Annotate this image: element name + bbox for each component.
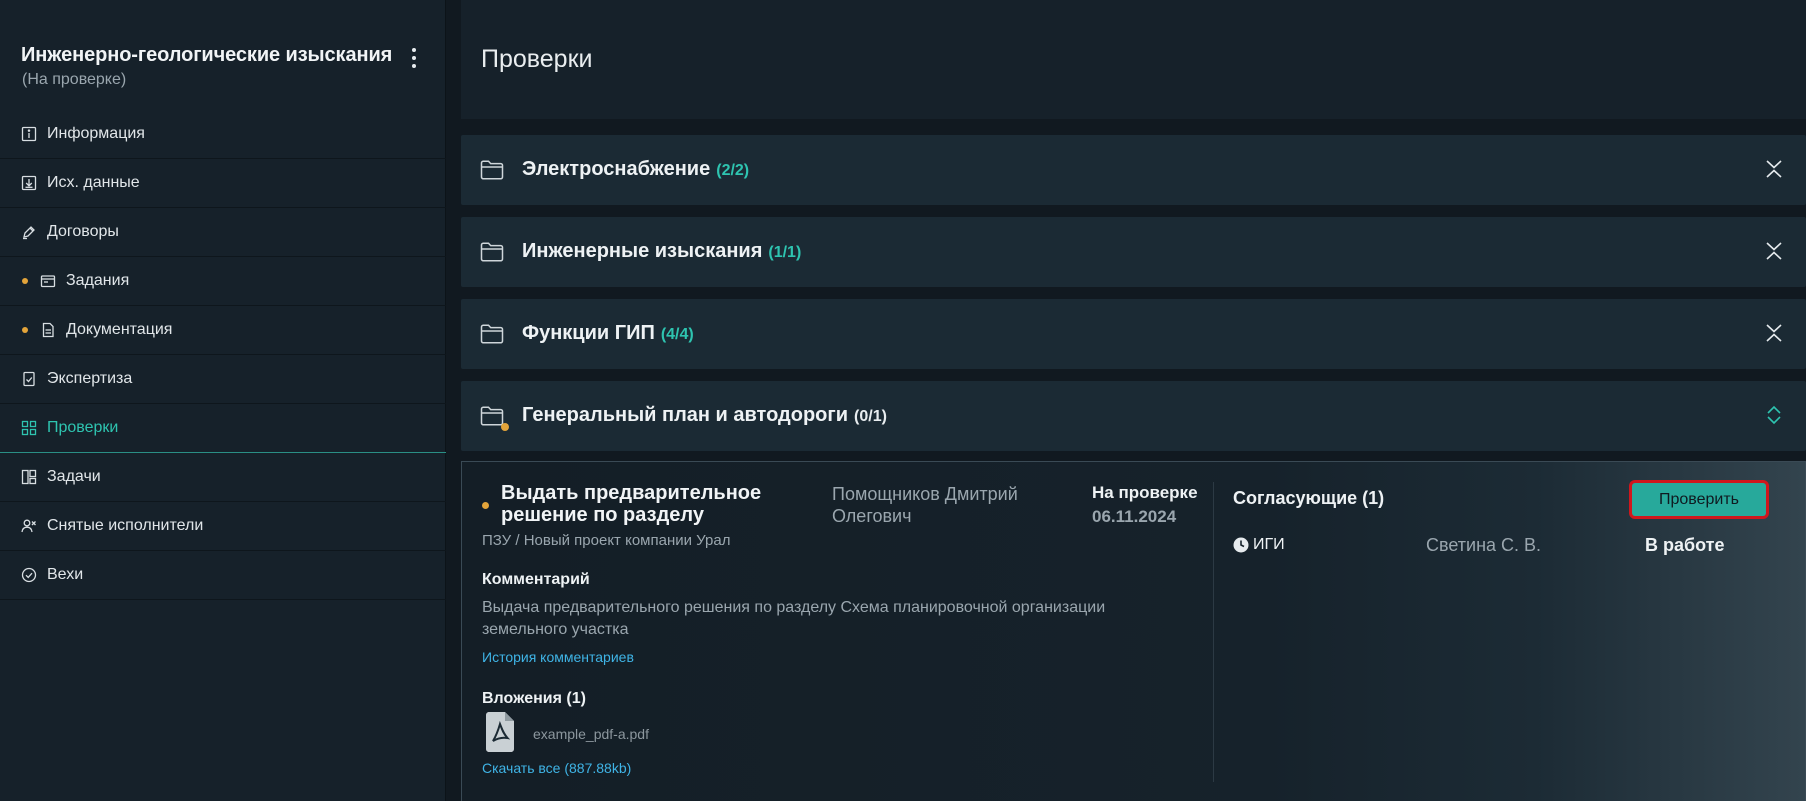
sidebar-item-checks[interactable]: Проверки	[0, 404, 446, 453]
task-title[interactable]: Выдать предварительное решение по раздел…	[501, 482, 801, 526]
download-box-icon	[21, 175, 37, 191]
folder-title: Инженерные изыскания	[522, 240, 763, 262]
document-icon	[40, 322, 56, 338]
folder-title: Генеральный план и автодороги	[522, 404, 849, 426]
task-assignee: Помощников Дмитрий Олегович	[832, 484, 1018, 526]
folder-icon	[480, 160, 504, 180]
folder-card-icon	[40, 273, 56, 289]
project-status: (На проверке)	[22, 71, 127, 88]
sidebar-item-label: Документация	[66, 321, 173, 338]
notification-dot	[501, 423, 509, 431]
folder-icon	[480, 406, 504, 426]
comment-text: Выдача предварительного решения по разде…	[482, 599, 1106, 638]
comment-history-link[interactable]: История комментариев	[482, 649, 634, 665]
more-options-icon[interactable]	[404, 47, 424, 69]
folder-row-engineering-surveys[interactable]: Инженерные изыскания (1/1)	[461, 217, 1806, 287]
download-all-link[interactable]: Скачать все (887.88kb)	[482, 760, 631, 776]
sidebar-item-removed-executors[interactable]: Снятые исполнители	[0, 502, 446, 551]
sidebar-item-milestones[interactable]: Вехи	[0, 551, 446, 600]
approver-person: Светина С. В.	[1426, 535, 1542, 555]
sidebar-item-source-data[interactable]: Исх. данные	[0, 159, 446, 208]
page-header: Проверки	[461, 0, 1806, 119]
sidebar-item-label: Информация	[47, 125, 145, 142]
collapse-icon[interactable]	[1764, 159, 1784, 179]
folder-row-gip-functions[interactable]: Функции ГИП (4/4)	[461, 299, 1806, 369]
attachments-heading: Вложения (1)	[482, 690, 586, 707]
sidebar-item-label: Экспертиза	[47, 370, 133, 387]
check-button[interactable]: Проверить	[1632, 483, 1766, 516]
info-icon	[21, 126, 37, 142]
sidebar-item-label: Договоры	[47, 223, 119, 240]
sidebar-item-info[interactable]: Информация	[0, 110, 446, 159]
sidebar-header: Инженерно-геологические изыскания (На пр…	[21, 44, 431, 89]
notification-dot	[22, 278, 28, 284]
folder-count: (4/4)	[660, 326, 694, 343]
folder-name: Инженерные изыскания (1/1)	[522, 240, 801, 263]
folder-row-power-supply[interactable]: Электроснабжение (2/2)	[461, 135, 1806, 205]
sidebar-item-label: Исх. данные	[47, 174, 140, 191]
folder-name: Функции ГИП (4/4)	[522, 322, 694, 345]
approver-row: ИГИ Светина С. В. В работе	[1233, 535, 1773, 557]
sidebar-item-label: Задачи	[47, 468, 101, 485]
folder-icon	[480, 242, 504, 262]
checklist-icon	[21, 371, 37, 387]
folder-name: Электроснабжение (2/2)	[522, 158, 749, 181]
sidebar-item-label: Задания	[66, 272, 130, 289]
collapse-icon[interactable]	[1764, 323, 1784, 343]
sidebar-item-label: Снятые исполнители	[47, 517, 204, 534]
folder-count: (0/1)	[854, 408, 887, 425]
expand-collapse-icon[interactable]	[1764, 405, 1784, 425]
clock-icon	[1233, 537, 1249, 553]
sidebar-item-contracts[interactable]: Договоры	[0, 208, 446, 257]
sidebar: Инженерно-геологические изыскания (На пр…	[0, 0, 446, 801]
attachment-name[interactable]: example_pdf-a.pdf	[533, 726, 649, 742]
folder-name: Генеральный план и автодороги (0/1)	[522, 404, 887, 427]
task-date: 06.11.2024	[1092, 507, 1177, 526]
notification-dot	[22, 327, 28, 333]
task-status: На проверке	[1092, 483, 1198, 502]
comment-heading: Комментарий	[482, 571, 590, 588]
sidebar-item-label: Вехи	[47, 566, 84, 583]
task-path: ПЗУ / Новый проект компании Урал	[482, 532, 731, 549]
grid-icon	[21, 420, 37, 436]
sidebar-item-tasks[interactable]: Задачи	[0, 453, 446, 502]
folder-count: (2/2)	[716, 162, 750, 179]
folder-title: Функции ГИП	[522, 322, 655, 344]
status-dot	[482, 502, 489, 509]
sidebar-item-label: Проверки	[47, 419, 119, 436]
approver-status: В работе	[1645, 535, 1725, 555]
page-title: Проверки	[481, 45, 593, 73]
folder-row-general-plan[interactable]: Генеральный план и автодороги (0/1)	[461, 381, 1806, 451]
task-card: Выдать предварительное решение по раздел…	[461, 461, 1806, 801]
project-title: Инженерно-геологические изыскания	[21, 44, 393, 66]
sidebar-item-tasks-assignments[interactable]: Задания	[0, 257, 446, 306]
divider	[1213, 482, 1214, 782]
folder-title: Электроснабжение	[522, 158, 711, 180]
sidebar-item-documentation[interactable]: Документация	[0, 306, 446, 355]
board-icon	[21, 469, 37, 485]
approver-role: ИГИ	[1253, 536, 1285, 553]
check-circle-icon	[21, 567, 37, 583]
sidebar-nav: Информация Исх. данные Договоры Задания	[0, 110, 446, 600]
pdf-file-icon[interactable]	[486, 712, 514, 752]
sidebar-item-expertise[interactable]: Экспертиза	[0, 355, 446, 404]
pen-icon	[21, 224, 37, 240]
approvers-heading: Согласующие (1)	[1233, 488, 1385, 508]
collapse-icon[interactable]	[1764, 241, 1784, 261]
folder-icon	[480, 324, 504, 344]
folder-count: (1/1)	[768, 244, 802, 261]
user-remove-icon	[21, 518, 37, 534]
